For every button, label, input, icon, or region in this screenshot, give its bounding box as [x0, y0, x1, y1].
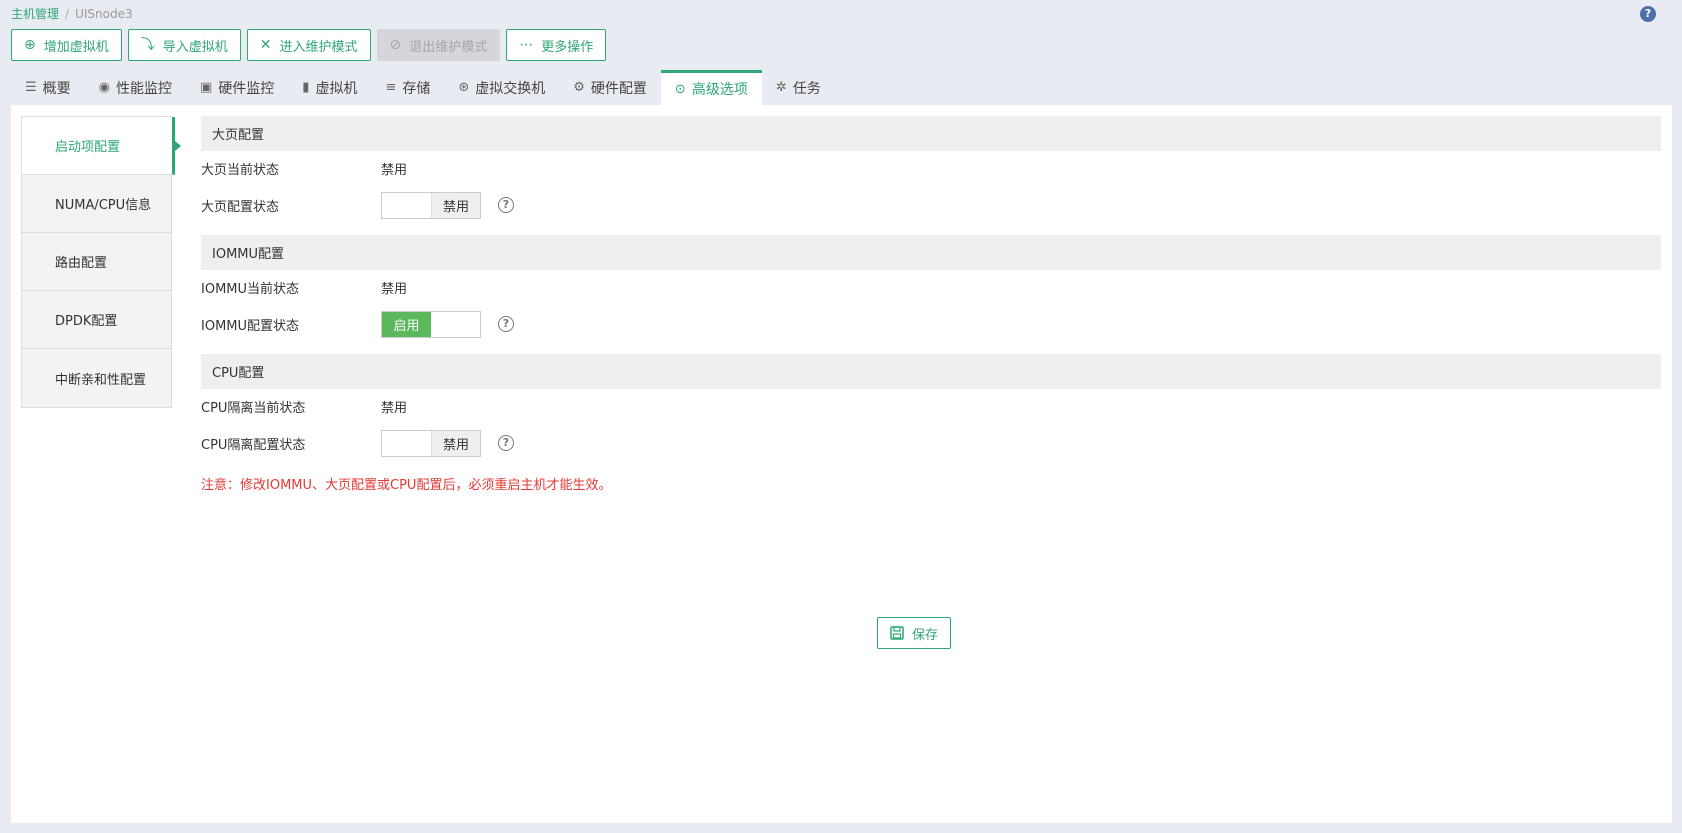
switch-off-label: 禁用 [431, 430, 480, 456]
cpu-current-value: 禁用 [381, 401, 408, 416]
tab-label: 硬件监控 [218, 80, 275, 97]
field-label: 大页配置状态 [201, 199, 280, 215]
import-icon: ⤵ [140, 37, 155, 53]
enter-maintenance-button[interactable]: ✕ 进入维护模式 [246, 29, 371, 61]
exit-maintenance-icon: ⊘ [389, 37, 402, 53]
more-actions-label: 更多操作 [541, 39, 594, 55]
tab-vm[interactable]: ▮ 虚拟机 [288, 70, 371, 105]
config-content: 大页配置 大页当前状态 禁用 大页配置状态 禁用 ? IOMMU配置 IOMMU… [201, 116, 1661, 493]
more-actions-button[interactable]: ⋯ 更多操作 [506, 29, 607, 61]
sidenav-item-route[interactable]: 路由配置 [22, 233, 171, 291]
field-label: CPU隔离当前状态 [201, 401, 306, 416]
chart-icon: ▣ [200, 80, 213, 95]
tab-label: 高级选项 [691, 82, 748, 98]
field-label: IOMMU配置状态 [201, 318, 300, 334]
question-icon[interactable]: ? [498, 197, 514, 213]
tab-storage[interactable]: ≡ 存储 [371, 70, 444, 105]
breadcrumb: 主机管理 / UISnode3 [11, 5, 133, 22]
exit-maintenance-button[interactable]: ⊘ 退出维护模式 [376, 29, 501, 61]
toolbar: ⊕ 增加虚拟机 ⤵ 导入虚拟机 ✕ 进入维护模式 ⊘ 退出维护模式 ⋯ 更多操作 [11, 29, 607, 61]
import-vm-button[interactable]: ⤵ 导入虚拟机 [127, 29, 241, 61]
switch-blank [382, 193, 431, 218]
switch-on-label: 启用 [382, 311, 431, 337]
sidenav-item-boot-config[interactable]: 启动项配置 [22, 117, 181, 175]
hugepage-current-value: 禁用 [381, 163, 408, 178]
hugepage-current-row: 大页当前状态 禁用 [201, 151, 1661, 186]
tab-label: 概要 [42, 80, 71, 97]
tab-label: 性能监控 [116, 80, 172, 97]
tab-performance[interactable]: ◉ 性能监控 [85, 70, 186, 105]
save-button[interactable]: 保存 [877, 617, 951, 649]
hugepage-toggle[interactable]: 禁用 [381, 191, 481, 219]
field-label: IOMMU当前状态 [201, 282, 300, 297]
add-vm-label: 增加虚拟机 [43, 39, 109, 55]
save-label: 保存 [911, 627, 938, 643]
switch-icon: ⊛ [458, 80, 470, 95]
field-label: 大页当前状态 [201, 163, 280, 178]
tab-label: 虚拟交换机 [475, 80, 546, 97]
tab-label: 存储 [402, 80, 431, 97]
cpu-current-row: CPU隔离当前状态 禁用 [201, 389, 1661, 424]
switch-blank [382, 431, 431, 456]
sidenav-item-numa-cpu[interactable]: NUMA/CPU信息 [22, 175, 171, 233]
hugepage-config-row: 大页配置状态 禁用 ? [201, 186, 1661, 224]
cpu-config-row: CPU隔离配置状态 禁用 ? [201, 424, 1661, 462]
main-panel: 启动项配置 NUMA/CPU信息 路由配置 DPDK配置 中断亲和性配置 大页配… [11, 105, 1672, 823]
iommu-toggle[interactable]: 启用 [381, 310, 481, 338]
monitor-icon: ◉ [98, 80, 110, 95]
switch-off-label: 禁用 [431, 192, 480, 218]
tab-bar: ☰ 概要 ◉ 性能监控 ▣ 硬件监控 ▮ 虚拟机 ≡ 存储 ⊛ 虚拟交换机 ⚙ 硬件配置 ⊙ 高… [11, 70, 835, 105]
tab-vswitch[interactable]: ⊛ 虚拟交换机 [444, 70, 559, 105]
enter-maintenance-label: 进入维护模式 [279, 39, 358, 55]
cpu-isolation-toggle[interactable]: 禁用 [381, 429, 481, 457]
iommu-config-row: IOMMU配置状态 启用 ? [201, 305, 1661, 343]
switch-blank [431, 312, 480, 337]
save-icon [890, 626, 904, 640]
task-icon: ✲ [775, 80, 787, 95]
tab-label: 硬件配置 [590, 80, 647, 97]
list-icon: ☰ [25, 80, 37, 95]
tab-label: 虚拟机 [315, 80, 358, 97]
exit-maintenance-label: 退出维护模式 [409, 39, 488, 55]
section-header-hugepage: 大页配置 [201, 116, 1661, 151]
tools-icon: ✕ [259, 37, 272, 53]
section-header-cpu: CPU配置 [201, 354, 1661, 389]
import-vm-label: 导入虚拟机 [162, 39, 228, 55]
help-icon[interactable]: ? [1640, 6, 1656, 22]
add-vm-button[interactable]: ⊕ 增加虚拟机 [11, 29, 122, 61]
question-icon[interactable]: ? [498, 435, 514, 451]
tab-label: 任务 [792, 80, 821, 97]
plus-circle-icon: ⊕ [24, 37, 36, 53]
side-nav: 启动项配置 NUMA/CPU信息 路由配置 DPDK配置 中断亲和性配置 [21, 116, 181, 408]
ellipsis-icon: ⋯ [519, 37, 534, 53]
advanced-icon: ⊙ [674, 81, 686, 97]
restart-notice: 注意：修改IOMMU、大页配置或CPU配置后，必须重启主机才能生效。 [201, 478, 612, 493]
breadcrumb-separator: / [65, 6, 70, 21]
sidenav-item-dpdk[interactable]: DPDK配置 [22, 291, 171, 349]
breadcrumb-current-host: UISnode3 [75, 6, 133, 21]
iommu-current-value: 禁用 [381, 282, 408, 297]
gear-icon: ⚙ [573, 80, 585, 95]
vm-icon: ▮ [302, 80, 310, 95]
section-header-iommu: IOMMU配置 [201, 235, 1661, 270]
iommu-current-row: IOMMU当前状态 禁用 [201, 270, 1661, 305]
tab-hardware-config[interactable]: ⚙ 硬件配置 [559, 70, 661, 105]
tab-tasks[interactable]: ✲ 任务 [762, 70, 835, 105]
database-icon: ≡ [385, 80, 397, 95]
tab-advanced[interactable]: ⊙ 高级选项 [660, 70, 762, 105]
field-label: CPU隔离配置状态 [201, 437, 306, 453]
question-icon[interactable]: ? [498, 316, 514, 332]
tab-overview[interactable]: ☰ 概要 [11, 70, 85, 105]
tab-hardware-monitor[interactable]: ▣ 硬件监控 [186, 70, 288, 105]
breadcrumb-host-management[interactable]: 主机管理 [11, 5, 59, 22]
sidenav-item-irq-affinity[interactable]: 中断亲和性配置 [22, 349, 171, 407]
